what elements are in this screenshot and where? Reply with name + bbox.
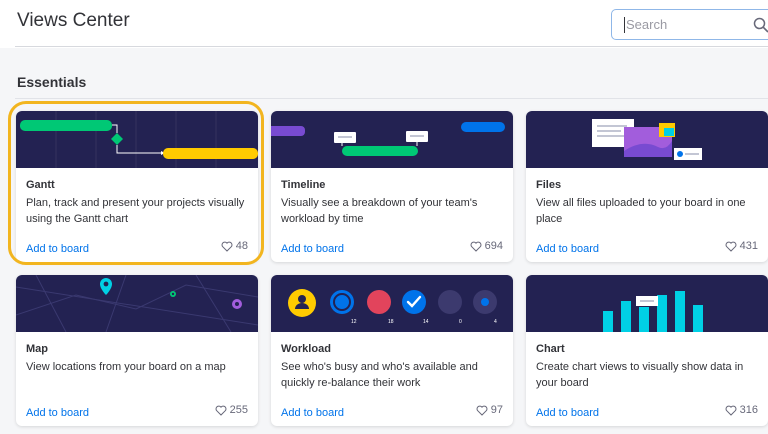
card-description: View locations from your board on a map (26, 361, 226, 373)
heart-icon (221, 241, 233, 252)
like-counter[interactable]: 694 (470, 240, 503, 252)
add-to-board-link[interactable]: Add to board (281, 407, 344, 419)
search-placeholder: Search (626, 17, 668, 32)
header-divider (15, 46, 768, 47)
card-title: Timeline (281, 179, 326, 191)
timeline-illustration (271, 111, 513, 168)
workload-count: 18 (388, 319, 394, 325)
section-title: Essentials (17, 74, 87, 90)
heart-icon (476, 405, 488, 416)
like-counter[interactable]: 316 (725, 404, 758, 416)
like-count: 255 (229, 404, 248, 416)
workload-count: 12 (351, 319, 357, 325)
card-description: Create chart views to visually show data… (536, 361, 744, 389)
like-count: 48 (235, 240, 248, 252)
section-divider (15, 98, 768, 99)
like-count: 431 (739, 240, 758, 252)
card-title: Workload (281, 343, 331, 355)
card-description: View all files uploaded to your board in… (536, 197, 746, 225)
add-to-board-link[interactable]: Add to board (536, 243, 599, 255)
card-title: Map (26, 343, 48, 355)
card-description: Visually see a breakdown of your team's … (281, 197, 478, 225)
page-title: Views Center (17, 10, 130, 31)
search-icon[interactable] (753, 17, 768, 33)
gantt-illustration (16, 111, 258, 168)
text-caret (624, 17, 625, 33)
view-card-files[interactable]: Files View all files uploaded to your bo… (526, 111, 768, 262)
like-count: 316 (739, 404, 758, 416)
chart-illustration (526, 275, 768, 332)
card-title: Files (536, 179, 562, 191)
heart-icon (725, 405, 737, 416)
search-input[interactable]: Search (611, 9, 768, 40)
workload-count: 4 (494, 319, 497, 325)
workload-count: 0 (459, 319, 462, 325)
view-card-workload[interactable]: 12 18 14 0 4 Workload See who's busy and… (271, 275, 513, 426)
card-title: Gantt (26, 179, 55, 191)
like-count: 97 (490, 404, 503, 416)
like-counter[interactable]: 97 (476, 404, 503, 416)
workload-illustration: 12 18 14 0 4 (271, 275, 513, 332)
files-illustration (526, 111, 768, 168)
add-to-board-link[interactable]: Add to board (26, 407, 89, 419)
add-to-board-link[interactable]: Add to board (536, 407, 599, 419)
card-description: See who's busy and who's available and q… (281, 361, 478, 389)
heart-icon (725, 241, 737, 252)
heart-icon (470, 241, 482, 252)
like-counter[interactable]: 48 (221, 240, 248, 252)
workload-count: 14 (423, 319, 429, 325)
add-to-board-link[interactable]: Add to board (281, 243, 344, 255)
add-to-board-link[interactable]: Add to board (26, 243, 89, 255)
map-illustration (16, 275, 258, 332)
top-bar: Views Center Search (0, 0, 768, 48)
view-card-timeline[interactable]: Timeline Visually see a breakdown of you… (271, 111, 513, 262)
view-card-map[interactable]: Map View locations from your board on a … (16, 275, 258, 426)
card-title: Chart (536, 343, 565, 355)
card-description: Plan, track and present your projects vi… (26, 197, 245, 225)
like-counter[interactable]: 255 (215, 404, 248, 416)
like-counter[interactable]: 431 (725, 240, 758, 252)
view-card-chart[interactable]: Chart Create chart views to visually sho… (526, 275, 768, 426)
heart-icon (215, 405, 227, 416)
view-card-gantt[interactable]: Gantt Plan, track and present your proje… (16, 111, 258, 262)
like-count: 694 (484, 240, 503, 252)
